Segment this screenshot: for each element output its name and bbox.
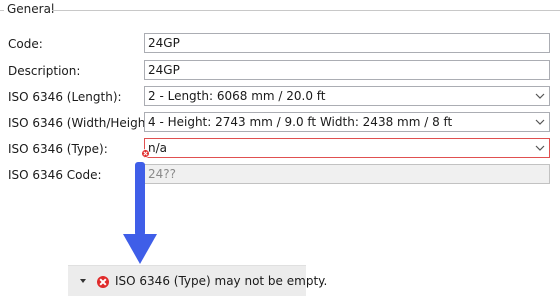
code-label: Code: [8,37,43,51]
description-label: Description: [8,64,81,78]
description-input[interactable]: 24GP [144,60,550,80]
width-height-label: ISO 6346 (Width/Height): [8,116,159,130]
iso-code-field: 24?? [144,164,550,184]
chevron-down-icon[interactable] [535,91,545,101]
length-label: ISO 6346 (Length): [8,90,122,104]
type-select[interactable]: n/a [144,138,550,158]
width-height-select[interactable]: 4 - Height: 2743 mm / 9.0 ft Width: 2438… [144,112,550,132]
expand-triangle-icon[interactable] [80,279,86,283]
code-value: 24GP [148,36,180,50]
group-title: General [7,2,55,16]
validation-error-panel: ISO 6346 (Type) may not be empty. [68,265,327,296]
error-message: ISO 6346 (Type) may not be empty. [115,274,328,288]
iso-code-label: ISO 6346 Code: [8,168,102,182]
group-divider-left [0,10,4,11]
code-input[interactable]: 24GP [144,33,550,53]
length-value: 2 - Length: 6068 mm / 20.0 ft [148,89,326,103]
type-label: ISO 6346 (Type): [8,142,108,156]
arrow-down-icon [123,162,157,264]
type-value: n/a [148,141,168,155]
chevron-down-icon[interactable] [535,117,545,127]
error-circle-icon [97,276,109,288]
width-height-value: 4 - Height: 2743 mm / 9.0 ft Width: 2438… [148,115,453,129]
group-divider [52,10,560,11]
chevron-down-icon[interactable] [535,143,545,153]
length-select[interactable]: 2 - Length: 6068 mm / 20.0 ft [144,86,550,106]
error-icon [141,149,150,158]
description-value: 24GP [148,63,180,77]
